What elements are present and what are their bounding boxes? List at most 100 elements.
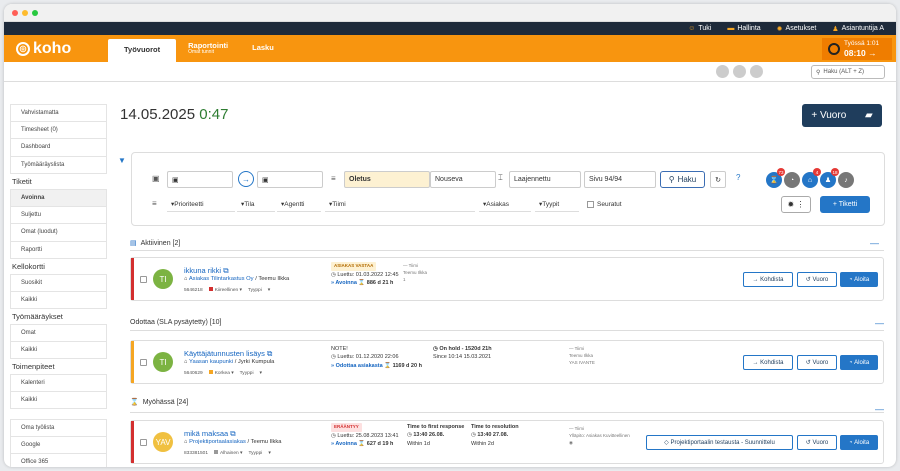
ticket-state[interactable]: Avoinna bbox=[335, 441, 357, 447]
edit-icon[interactable]: ⧉ bbox=[267, 349, 272, 358]
settings-menu-button[interactable]: ✹ ⋮ bbox=[781, 196, 811, 213]
date-from-input[interactable]: ▣ bbox=[167, 171, 233, 188]
sidebar-item-kaikki[interactable]: Kaikki bbox=[10, 291, 107, 309]
sidebar-item-omat-luodut[interactable]: Omat (luodut) bbox=[10, 224, 107, 242]
koho-logo[interactable]: ◎ koho bbox=[4, 35, 108, 62]
type-select[interactable]: Tyyppi bbox=[240, 371, 254, 376]
type-select[interactable]: Tyyppi bbox=[248, 451, 262, 456]
date-to-input[interactable]: ▣ bbox=[257, 171, 323, 188]
ticket-card[interactable]: TI ikkuna rikki ⧉ ⌂ Asiakas Tilintarkast… bbox=[130, 257, 884, 301]
hourglass-filter-button[interactable]: ⌛ 73 bbox=[766, 168, 785, 188]
work-clock[interactable]: Työssä 1:01 08:10 → bbox=[822, 38, 892, 60]
checkbox-box[interactable] bbox=[587, 201, 594, 208]
ticket-state[interactable]: Odottaa asiakasta bbox=[336, 363, 383, 369]
ticket-card[interactable]: YAV mikä maksaa ⧉ ⌂ Projektiportaalasiak… bbox=[130, 420, 884, 464]
close-window-button[interactable] bbox=[12, 9, 18, 16]
bell-filter-button[interactable]: ♪ bbox=[838, 172, 854, 188]
customer-link[interactable]: Asiakas Tilintarkastus Oy bbox=[189, 276, 254, 282]
ticket-checkbox[interactable] bbox=[140, 276, 147, 283]
sidebar-item-kalenteri[interactable]: Kalenteri bbox=[10, 374, 107, 392]
minimize-window-button[interactable] bbox=[22, 9, 28, 16]
sidebar-item-avoinna[interactable]: Avoinna bbox=[10, 189, 107, 207]
avatar[interactable] bbox=[716, 65, 729, 78]
ticket-assign-col[interactable]: — Tiimi Teemu Ilkka YAS IVANTE bbox=[569, 345, 595, 367]
sidebar-item-tyomaarayslista[interactable]: Työmääräyslista bbox=[10, 156, 107, 174]
aloita-button[interactable]: ◔ Aloita bbox=[840, 272, 878, 287]
project-link-button[interactable]: ◇ Projektiportaalin testausta - Suunnitt… bbox=[646, 435, 793, 450]
haku-button[interactable]: ⚲ Haku bbox=[660, 171, 705, 188]
user-filter-button[interactable]: ♟ 18 bbox=[820, 168, 839, 188]
page-select[interactable]: Sivu 94/94 bbox=[584, 171, 656, 188]
kohdista-button[interactable]: → Kohdista bbox=[743, 355, 793, 370]
global-search-input[interactable]: ⚲ Haku (ALT + Z) bbox=[811, 65, 885, 79]
sidebar-item-timesheet[interactable]: Timesheet (0) bbox=[10, 121, 107, 139]
sidebar-item-vahvistamatta[interactable]: Vahvistamatta bbox=[10, 104, 107, 122]
priority-text[interactable]: Alhainen bbox=[220, 451, 239, 456]
ticket-state[interactable]: Avoinna bbox=[335, 280, 357, 286]
sidebar-item-oma-tyolista[interactable]: Oma työlista bbox=[10, 419, 107, 437]
followed-checkbox[interactable]: Seuratut bbox=[583, 197, 638, 212]
sidebar-item-suosikit[interactable]: Suosikit bbox=[10, 274, 107, 292]
sidebar-item-omat[interactable]: Omat bbox=[10, 324, 107, 342]
ticket-title[interactable]: ikkuna rikki ⧉ bbox=[184, 266, 229, 276]
type-select[interactable]: Tyyppi bbox=[248, 288, 262, 293]
section-header[interactable]: ⌛ Myöhässä [24] bbox=[130, 398, 188, 407]
team-select[interactable]: ▾ Tiimi bbox=[325, 197, 475, 212]
order-select[interactable]: Nouseva bbox=[430, 171, 496, 188]
ticket-title-text[interactable]: ikkuna rikki bbox=[184, 266, 221, 275]
topbar-help[interactable]: ☺ Tuki bbox=[688, 25, 711, 32]
filter-icon[interactable]: ▼ bbox=[118, 156, 126, 165]
ticket-title[interactable]: Käyttäjätunnusten lisäys ⧉ bbox=[184, 349, 272, 359]
ticket-assign-col[interactable]: — Tiimi Teemu Ilkka 1 bbox=[403, 262, 427, 284]
edit-icon[interactable]: ⧉ bbox=[230, 429, 235, 438]
agent-select[interactable]: ▾ Agentti bbox=[277, 197, 321, 212]
tab-raportointi[interactable]: Raportointi Omat tunnit bbox=[176, 35, 240, 62]
arrow-right-icon[interactable]: → bbox=[238, 171, 254, 187]
refresh-button[interactable]: ↻ bbox=[710, 171, 726, 188]
tag-filter-button[interactable]: ◔ bbox=[784, 172, 800, 188]
collapse-icon[interactable]: — bbox=[875, 318, 884, 328]
vuoro-button[interactable]: ↺ Vuoro bbox=[797, 272, 837, 287]
priority-text[interactable]: Korkea bbox=[215, 371, 230, 376]
aloita-button[interactable]: ◔ Aloita bbox=[840, 355, 878, 370]
edit-icon[interactable]: ⧉ bbox=[223, 266, 228, 275]
ticket-title-text[interactable]: Käyttäjätunnusten lisäys bbox=[184, 349, 265, 358]
ticket-card[interactable]: TI Käyttäjätunnusten lisäys ⧉ ⌂ Yaasan k… bbox=[130, 340, 884, 384]
vuoro-button[interactable]: ↺ Vuoro bbox=[797, 355, 837, 370]
add-ticket-button[interactable]: + Tiketti bbox=[820, 196, 870, 213]
aloita-button[interactable]: ◔ Aloita bbox=[840, 435, 878, 450]
scope-select[interactable]: Laajennettu bbox=[509, 171, 581, 188]
avatar[interactable] bbox=[750, 65, 763, 78]
preset-select[interactable]: Oletus bbox=[344, 171, 430, 188]
ticket-checkbox[interactable] bbox=[140, 439, 147, 446]
customer-link[interactable]: Yaasan kaupunki bbox=[189, 359, 233, 365]
sidebar-item-raportti[interactable]: Raportti bbox=[10, 241, 107, 259]
ticket-assign-col[interactable]: — Tiimi Ylläpito: Asiakas Kuvitteellinen ◉ bbox=[569, 425, 630, 447]
avatar[interactable] bbox=[733, 65, 746, 78]
add-vuoro-button[interactable]: + Vuoro ▰ bbox=[802, 104, 882, 127]
home-filter-button[interactable]: ⌂ 4 bbox=[802, 168, 821, 188]
tab-tyovuorot[interactable]: Työvuorot bbox=[108, 39, 177, 62]
topbar-settings[interactable]: ✹ Asetukset bbox=[777, 25, 817, 33]
types-select[interactable]: ▾ Tyypit bbox=[535, 197, 579, 212]
priority-text[interactable]: Kiireellinen bbox=[215, 288, 238, 293]
priority-select[interactable]: ▾ Prioriteetti bbox=[167, 197, 235, 212]
ticket-checkbox[interactable] bbox=[140, 359, 147, 366]
sidebar-item-google[interactable]: Google bbox=[10, 436, 107, 454]
ticket-title[interactable]: mikä maksaa ⧉ bbox=[184, 429, 236, 439]
ticket-title-text[interactable]: mikä maksaa bbox=[184, 429, 228, 438]
section-header[interactable]: ▤ Aktiivinen [2] — bbox=[130, 238, 879, 248]
sidebar-item-suljettu[interactable]: Suljettu bbox=[10, 206, 107, 224]
maximize-window-button[interactable] bbox=[32, 9, 38, 16]
customer-select[interactable]: ▾ Asiakas bbox=[479, 197, 531, 212]
help-icon[interactable]: ? bbox=[736, 173, 740, 182]
topbar-admin[interactable]: ▬ Hallinta bbox=[727, 25, 760, 32]
kohdista-button[interactable]: → Kohdista bbox=[743, 272, 793, 287]
status-select[interactable]: ▾ Tila bbox=[237, 197, 275, 212]
sidebar-item-kaikki[interactable]: Kaikki bbox=[10, 341, 107, 359]
topbar-user[interactable]: ♟ Asiantuntija A bbox=[832, 25, 884, 33]
sidebar-item-kaikki[interactable]: Kaikki bbox=[10, 391, 107, 409]
sidebar-item-dashboard[interactable]: Dashboard bbox=[10, 139, 107, 157]
tab-lasku[interactable]: Lasku bbox=[240, 35, 286, 62]
customer-link[interactable]: Projektiportaalasiakas bbox=[189, 439, 246, 445]
